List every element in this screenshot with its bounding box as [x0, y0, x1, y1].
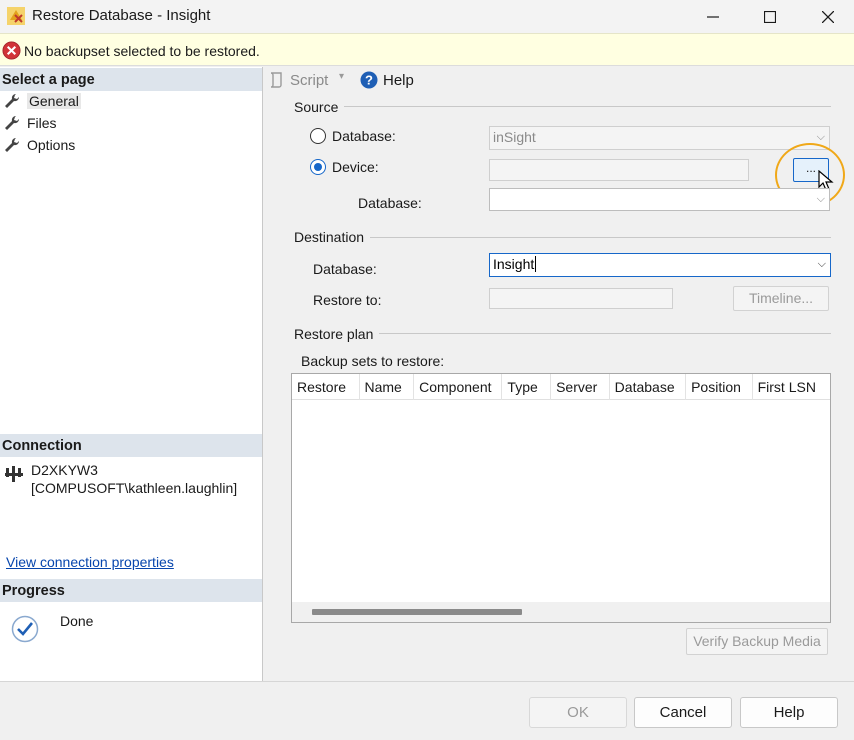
- scrollbar-thumb[interactable]: [312, 609, 522, 615]
- svg-text:?: ?: [365, 73, 373, 88]
- destination-database-select[interactable]: Insight ⌵: [489, 253, 831, 277]
- table-header-row: Restore Name Component Type Server Datab…: [292, 374, 830, 400]
- close-icon: [822, 10, 834, 23]
- select-page-header: Select a page: [0, 68, 262, 91]
- close-button[interactable]: [805, 0, 851, 33]
- device-database-label: Database:: [358, 195, 422, 211]
- page-options[interactable]: Options: [3, 135, 75, 155]
- page-files-label: Files: [27, 115, 57, 131]
- verify-backup-media-button[interactable]: Verify Backup Media: [686, 628, 828, 655]
- page-options-label: Options: [27, 137, 76, 153]
- column-header-first-lsn[interactable]: First LSN: [753, 374, 830, 400]
- script-icon: [270, 72, 282, 88]
- script-dropdown-arrow[interactable]: ▾: [339, 71, 344, 82]
- cancel-button[interactable]: Cancel: [634, 697, 732, 728]
- left-pane: Select a page General Files Options Conn…: [0, 67, 263, 681]
- maximize-icon: [764, 10, 776, 23]
- title-bar: Restore Database - Insight: [0, 0, 854, 33]
- source-divider: [294, 106, 831, 107]
- error-banner: No backupset selected to be restored.: [0, 33, 854, 66]
- restore-to-input[interactable]: [489, 288, 673, 309]
- script-button[interactable]: Script: [268, 71, 328, 89]
- column-header-database[interactable]: Database: [610, 374, 687, 400]
- column-header-type[interactable]: Type: [502, 374, 552, 400]
- source-database-radio-label: Database:: [332, 128, 396, 144]
- column-header-component[interactable]: Component: [414, 374, 503, 400]
- error-message: No backupset selected to be restored.: [24, 43, 260, 59]
- text-caret: [535, 256, 537, 272]
- chevron-down-icon: ⌵: [816, 131, 825, 143]
- connection-plug-icon: [5, 466, 23, 482]
- help-toolbar-label: Help: [383, 71, 414, 89]
- page-files[interactable]: Files: [3, 113, 57, 133]
- destination-divider: [294, 237, 831, 238]
- chevron-down-icon: ⌵: [817, 258, 826, 270]
- help-icon: ?: [360, 71, 378, 89]
- column-header-restore[interactable]: Restore: [292, 374, 360, 400]
- source-device-radio[interactable]: [310, 159, 326, 175]
- ok-button[interactable]: OK: [529, 697, 627, 728]
- destination-database-label: Database:: [313, 261, 377, 277]
- source-database-value: inSight: [493, 129, 536, 145]
- view-connection-properties-link[interactable]: View connection properties: [6, 554, 174, 570]
- progress-header: Progress: [0, 579, 262, 602]
- checkmark-icon: [11, 615, 39, 643]
- source-device-radio-label: Device:: [332, 159, 379, 175]
- maximize-button[interactable]: [747, 0, 793, 33]
- horizontal-scrollbar[interactable]: [292, 602, 830, 622]
- wrench-icon: [5, 115, 20, 130]
- page-general-label: General: [27, 93, 81, 109]
- window-title: Restore Database - Insight: [32, 7, 211, 24]
- connection-header: Connection: [0, 434, 262, 457]
- column-header-position[interactable]: Position: [686, 374, 753, 400]
- source-group-label: Source: [294, 99, 345, 115]
- destination-group-label: Destination: [294, 229, 371, 245]
- backup-sets-table[interactable]: Restore Name Component Type Server Datab…: [291, 373, 831, 623]
- progress-status: Done: [60, 613, 94, 629]
- destination-database-value: Insight: [493, 256, 535, 272]
- minimize-icon: [707, 15, 719, 18]
- help-toolbar-button[interactable]: ? Help: [360, 71, 414, 89]
- connection-user: [COMPUSOFT\kathleen.laughlin]: [31, 480, 238, 496]
- chevron-down-icon: ⌵: [816, 193, 825, 205]
- wrench-icon: [5, 93, 20, 108]
- help-button[interactable]: Help: [740, 697, 838, 728]
- column-header-name[interactable]: Name: [360, 374, 415, 400]
- connection-server: D2XKYW3: [31, 462, 98, 478]
- restore-plan-group-label: Restore plan: [294, 326, 380, 342]
- backup-sets-label: Backup sets to restore:: [301, 353, 445, 369]
- timeline-button[interactable]: Timeline...: [733, 286, 829, 311]
- script-label: Script: [290, 71, 329, 89]
- source-device-input[interactable]: [489, 159, 749, 181]
- source-database-select[interactable]: inSight ⌵: [489, 126, 830, 150]
- error-icon: [2, 41, 21, 60]
- minimize-button[interactable]: [690, 0, 736, 33]
- wrench-icon: [5, 137, 20, 152]
- source-database-radio[interactable]: [310, 128, 326, 144]
- page-general[interactable]: General: [3, 91, 81, 111]
- restore-to-label: Restore to:: [313, 292, 382, 308]
- column-header-server[interactable]: Server: [551, 374, 610, 400]
- ssms-app-icon: [7, 7, 25, 25]
- device-database-select[interactable]: ⌵: [489, 188, 830, 211]
